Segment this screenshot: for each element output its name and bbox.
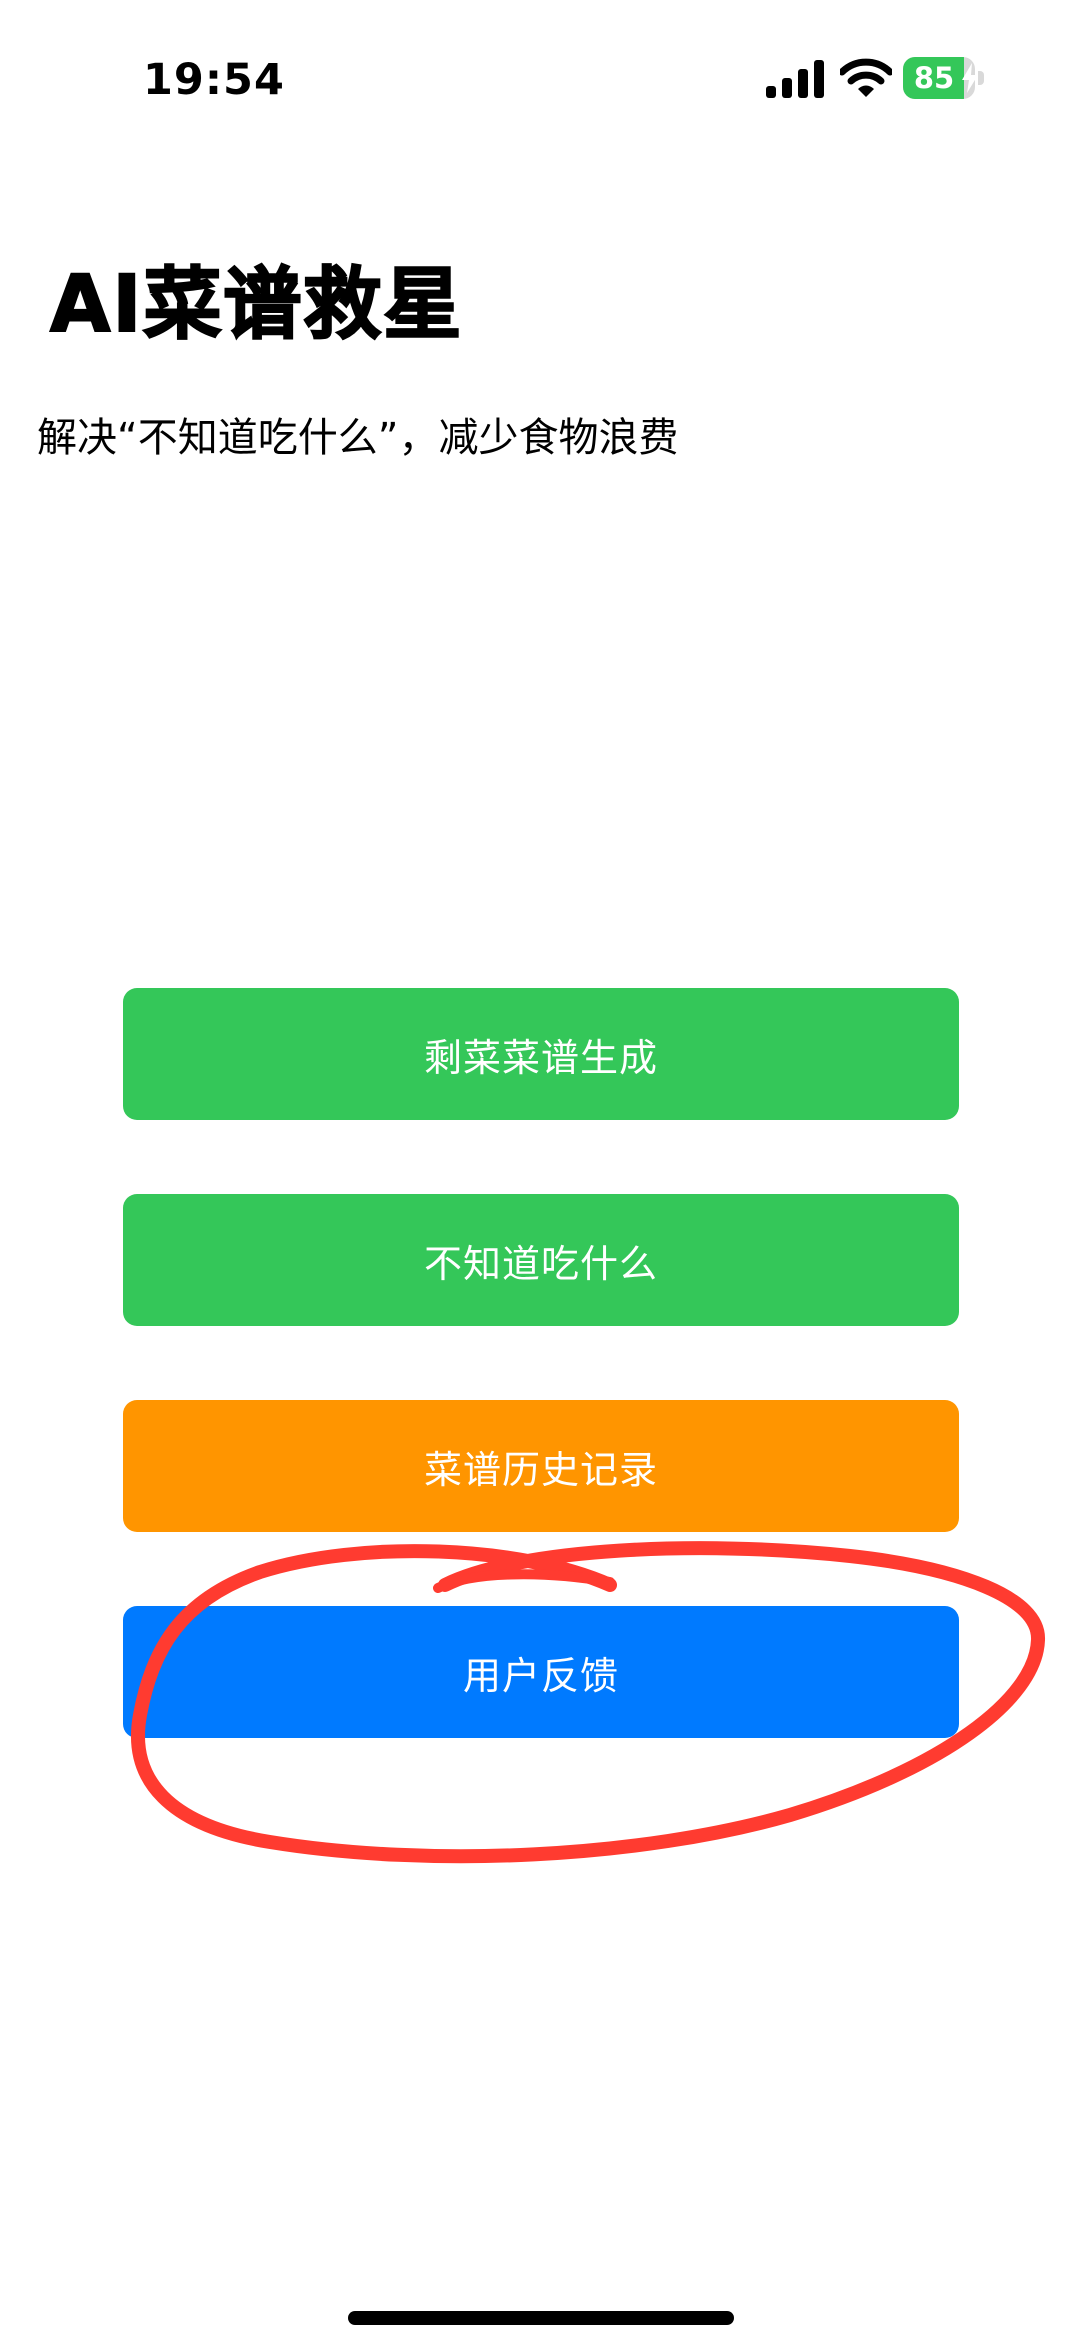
battery-percent: 85 [913, 61, 955, 95]
charging-bolt-icon [962, 63, 978, 93]
what-to-eat-button-label: 不知道吃什么 [423, 1241, 658, 1286]
cellular-signal-icon [766, 60, 824, 98]
what-to-eat-button[interactable]: 不知道吃什么 [123, 1194, 959, 1326]
wifi-icon [840, 58, 892, 97]
battery-indicator: 85 [903, 57, 985, 99]
page-title: AI菜谱救星 [49, 259, 464, 351]
status-time: 19:54 [143, 55, 285, 105]
status-bar: 19:54 85 [0, 0, 1080, 150]
user-feedback-button-label: 用户反馈 [462, 1653, 619, 1698]
recipe-history-button-label: 菜谱历史记录 [423, 1447, 658, 1492]
leftover-recipe-button[interactable]: 剩菜菜谱生成 [123, 988, 959, 1120]
battery-cap [978, 71, 984, 85]
page-subtitle: 解决“不知道吃什么”，减少食物浪费 [37, 415, 679, 461]
home-indicator[interactable] [348, 2311, 734, 2325]
recipe-history-button[interactable]: 菜谱历史记录 [123, 1400, 959, 1532]
leftover-recipe-button-label: 剩菜菜谱生成 [423, 1035, 658, 1080]
user-feedback-button[interactable]: 用户反馈 [123, 1606, 959, 1738]
